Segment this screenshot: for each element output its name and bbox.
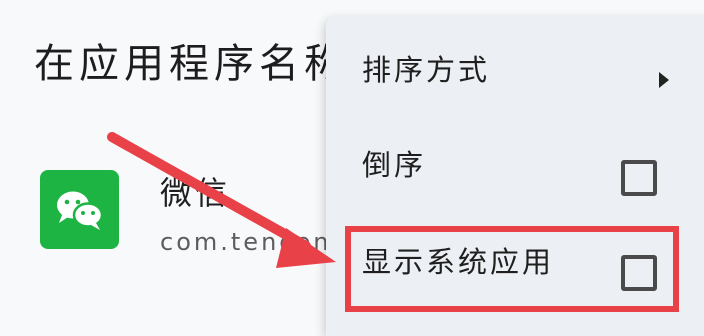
menu-item-reverse[interactable]: 倒序	[362, 131, 662, 195]
menu-item-label: 排序方式	[362, 53, 491, 87]
show-system-apps-checkbox[interactable]	[621, 255, 657, 291]
menu-item-show-system-apps[interactable]: 显示系统应用	[362, 228, 662, 292]
menu-item-label: 显示系统应用	[362, 245, 555, 279]
reverse-checkbox[interactable]	[621, 160, 657, 196]
menu-item-sort[interactable]: 排序方式	[362, 36, 662, 100]
chevron-right-icon	[659, 72, 669, 88]
wechat-icon	[40, 170, 119, 249]
menu-item-label: 倒序	[362, 148, 427, 182]
app-name: 微信	[160, 174, 231, 212]
page-title: 在应用程序名称	[34, 41, 349, 87]
